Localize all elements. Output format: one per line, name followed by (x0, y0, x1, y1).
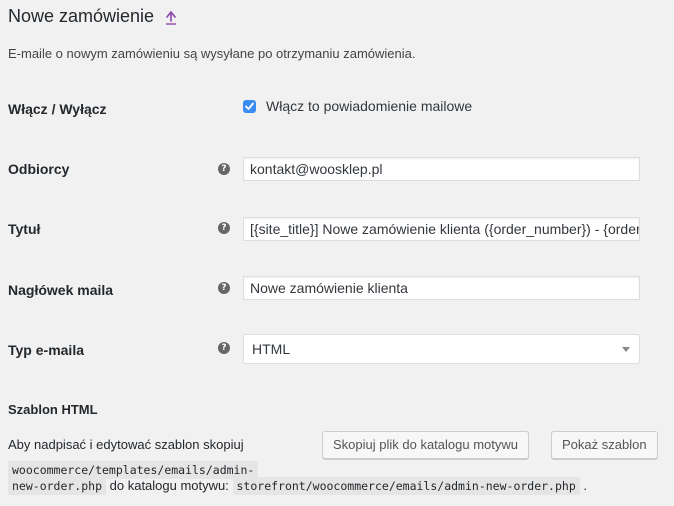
show-template-button[interactable]: Pokaż szablon (551, 431, 658, 459)
help-icon[interactable]: ? (218, 222, 230, 234)
source-path-part2: new-order.php (8, 477, 107, 495)
help-icon[interactable]: ? (218, 282, 230, 294)
template-text-end: . (583, 478, 588, 493)
email-type-select[interactable]: HTML (243, 334, 640, 364)
chevron-down-icon (622, 347, 630, 352)
up-arrow-icon[interactable] (165, 10, 177, 25)
page-title: Nowe zamówienie (8, 6, 177, 27)
recipients-label: Odbiorcy (8, 161, 70, 177)
help-icon[interactable]: ? (218, 342, 230, 354)
template-text-before: Aby nadpisać i edytować szablon skopiuj (8, 437, 244, 452)
template-section-title: Szablon HTML (8, 402, 98, 417)
enable-label: Włącz / Wyłącz (8, 101, 107, 117)
enable-checkbox-wrap[interactable]: Włącz to powiadomienie mailowe (243, 98, 472, 114)
description: E-maile o nowym zamówieniu są wysyłane p… (8, 46, 416, 61)
recipients-input[interactable]: kontakt@woosklep.pl (243, 157, 640, 181)
enable-checkbox-label[interactable]: Włącz to powiadomienie mailowe (266, 98, 472, 114)
copy-to-theme-button[interactable]: Skopiuj plik do katalogu motywu (322, 431, 529, 459)
enable-checkbox[interactable] (243, 99, 256, 113)
subject-label: Tytuł (8, 221, 41, 237)
subject-input[interactable]: [{site_title}] Nowe zamówienie klienta (… (243, 217, 640, 241)
template-dest-line: new-order.php do katalogu motywu: storef… (8, 477, 588, 495)
heading-input[interactable]: Nowe zamówienie klienta (243, 276, 640, 300)
dest-path: storefront/woocommerce/emails/admin-new-… (232, 477, 580, 495)
template-text-middle: do katalogu motywu: (109, 478, 229, 493)
email-type-label: Typ e-maila (8, 342, 84, 358)
page-title-text: Nowe zamówienie (8, 6, 155, 26)
template-instructions: Aby nadpisać i edytować szablon skopiuj … (8, 432, 308, 483)
email-type-selected: HTML (252, 341, 291, 357)
heading-label: Nagłówek maila (8, 282, 114, 298)
help-icon[interactable]: ? (218, 163, 230, 175)
